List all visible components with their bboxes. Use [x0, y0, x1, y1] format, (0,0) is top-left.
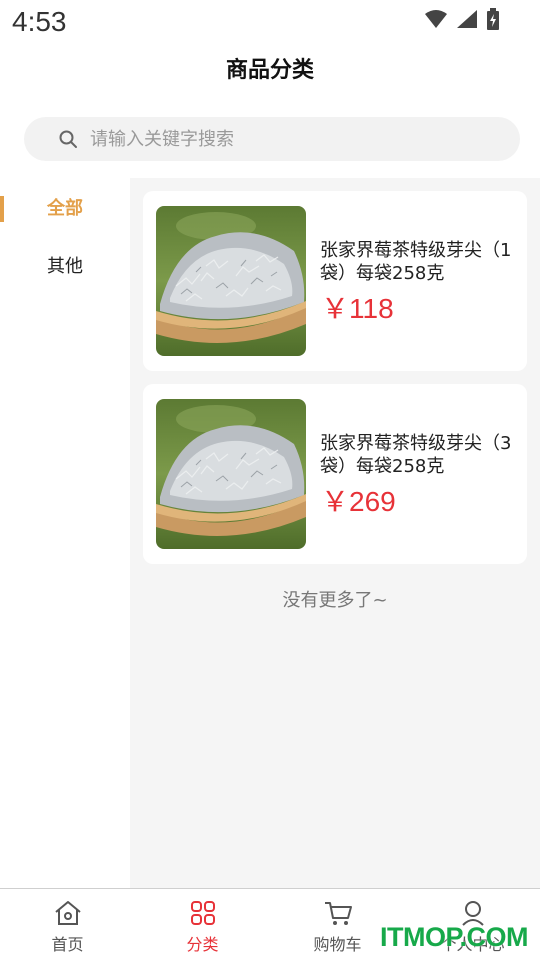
- battery-charging-icon: [487, 8, 499, 30]
- product-card[interactable]: 张家界莓茶特级芽尖（3袋）每袋258克 ￥269: [143, 384, 527, 564]
- product-price: ￥118: [321, 293, 394, 324]
- sidebar-item-all[interactable]: 全部: [0, 184, 130, 234]
- page-title: 商品分类: [225, 58, 314, 83]
- status-time: 4:53: [12, 6, 67, 37]
- category-sidebar: 全部 其他: [0, 178, 130, 888]
- sidebar-item-label: 其他: [47, 256, 83, 277]
- status-icons: [424, 8, 500, 30]
- cart-icon: [325, 902, 352, 925]
- watermark: ITMOP.COM: [380, 922, 529, 952]
- home-icon: [55, 901, 81, 925]
- wifi-icon: [425, 10, 447, 28]
- product-name: 张家界莓茶特级芽尖（1袋）每袋258克: [320, 240, 512, 284]
- tab-home[interactable]: 首页: [0, 889, 135, 960]
- tab-category[interactable]: 分类: [135, 889, 270, 960]
- product-price: ￥269: [321, 486, 396, 517]
- tab-label: 首页: [51, 935, 84, 954]
- product-card[interactable]: 张家界莓茶特级芽尖（1袋）每袋258克 ￥118: [143, 191, 527, 371]
- product-image[interactable]: [156, 399, 306, 549]
- active-indicator: [0, 196, 4, 222]
- app-screen: 4:53 商品分类 全部 其: [0, 0, 540, 960]
- product-name: 张家界莓茶特级芽尖（3袋）每袋258克: [320, 433, 512, 477]
- sidebar-item-other[interactable]: 其他: [0, 242, 130, 292]
- category-grid-icon: [191, 901, 215, 925]
- sidebar-item-label: 全部: [47, 198, 83, 219]
- search-bar[interactable]: [24, 117, 520, 161]
- product-list: 张家界莓茶特级芽尖（1袋）每袋258克 ￥118 张家界莓茶特级芽尖（3袋）每袋…: [130, 178, 540, 888]
- tab-label: 分类: [186, 935, 219, 954]
- search-icon: [59, 130, 77, 148]
- product-image[interactable]: [156, 206, 306, 356]
- signal-icon: [457, 10, 477, 28]
- status-bar: 4:53: [0, 0, 540, 44]
- search-input[interactable]: [90, 117, 500, 161]
- list-end-text: 没有更多了~: [282, 590, 388, 611]
